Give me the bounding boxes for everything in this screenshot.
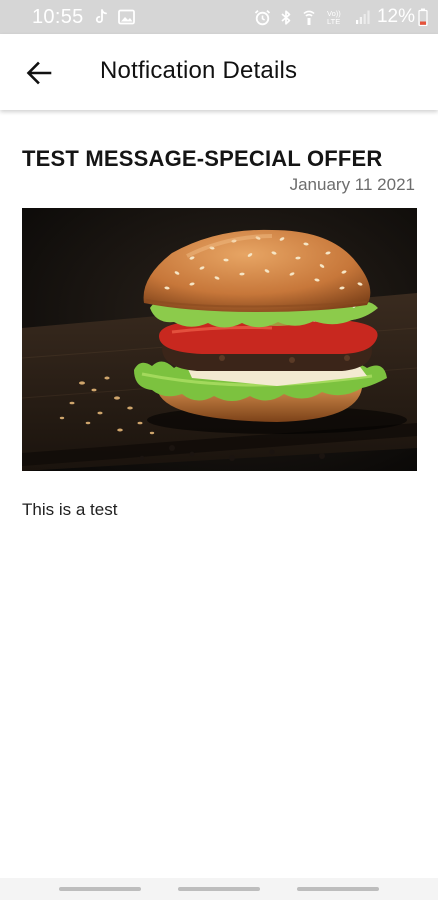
message-body: This is a test	[22, 500, 118, 519]
hotspot-icon	[301, 9, 317, 26]
gallery-notification-icon	[117, 9, 135, 25]
arrow-back-icon	[26, 60, 52, 86]
page-title: Notfication Details	[100, 57, 298, 84]
status-bar-left: 10:55	[32, 6, 135, 29]
status-bar-right: Vo)) LTE 12%	[245, 6, 428, 28]
burger-photo	[22, 208, 417, 471]
home-pill[interactable]	[177, 887, 260, 891]
message-title: TEST MESSAGE-SPECIAL OFFER	[22, 146, 383, 171]
back-pill[interactable]	[297, 887, 380, 891]
back-button[interactable]	[24, 58, 54, 88]
recents-pill[interactable]	[58, 887, 141, 891]
bluetooth-icon	[280, 9, 292, 26]
status-time: 10:55	[32, 5, 84, 28]
volte-signal-icon: Vo)) LTE	[326, 8, 346, 26]
alarm-icon	[254, 9, 271, 26]
battery-low-icon	[418, 8, 428, 26]
signal-strength-icon	[355, 9, 371, 25]
battery-percent: 12%	[376, 6, 415, 27]
message-date: January 11 2021	[289, 175, 415, 194]
tiktok-notification-icon	[93, 9, 109, 25]
status-bar: 10:55 Vo)) LTE 12%	[0, 0, 438, 34]
app-bar: Notfication Details	[0, 34, 438, 110]
system-nav-bar	[0, 878, 438, 900]
svg-text:LTE: LTE	[327, 17, 340, 26]
